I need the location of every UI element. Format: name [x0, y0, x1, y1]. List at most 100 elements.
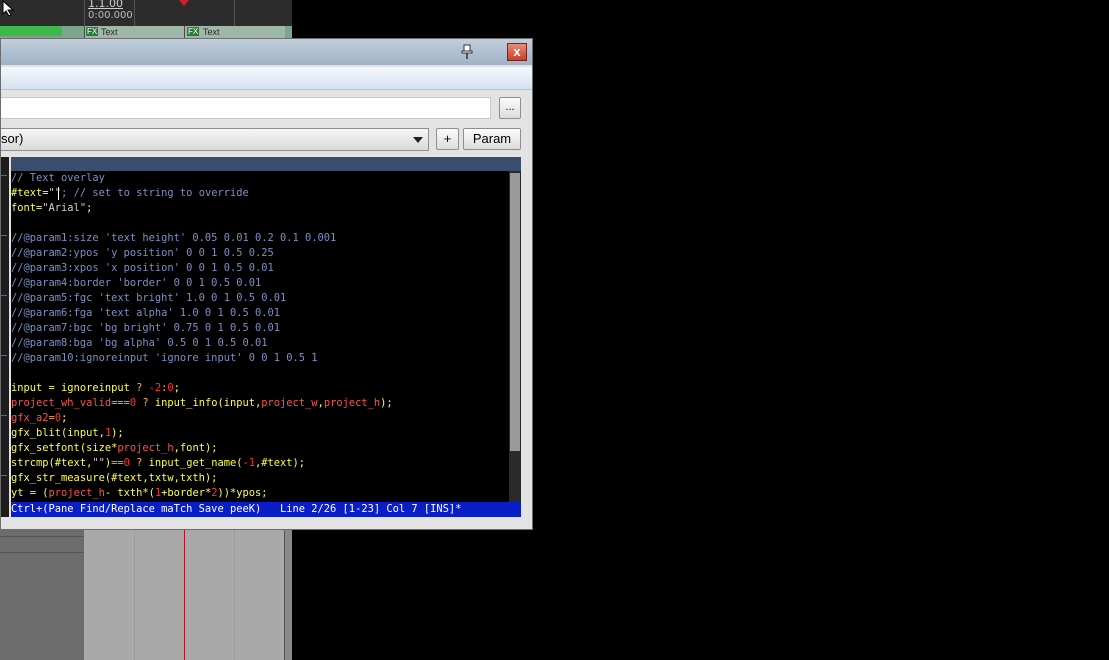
code-token: //@param1:size 'text height' 0.05 0.01 0…: [11, 232, 337, 244]
code-line[interactable]: input = ignoreinput ? -2:0;: [11, 381, 180, 396]
code-token: //@param10:ignoreinput 'ignore input' 0 …: [11, 352, 318, 364]
clip-fx-badge[interactable]: FX: [187, 27, 200, 36]
code-line[interactable]: gfx_setfont(size*project_h,font);: [11, 441, 217, 456]
code-token: ;: [61, 412, 68, 424]
code-token: #text=: [11, 187, 49, 199]
code-token: //@param7:bgc 'bg bright' 0.75 0 1 0.5 0…: [11, 322, 280, 334]
code-token: ,font);: [173, 442, 218, 454]
code-token: ;: [86, 202, 93, 214]
code-token: 0: [129, 397, 143, 409]
media-clip[interactable]: FX Text: [84, 26, 185, 38]
close-button[interactable]: x: [507, 43, 527, 61]
pin-icon[interactable]: [459, 44, 475, 60]
code-token: //@param4:border 'border' 0 0 1 0.5 0.01: [11, 277, 262, 289]
window-titlebar[interactable]: x: [1, 39, 532, 65]
text-caret: [58, 187, 59, 200]
code-token: //@param2:ypos 'y position' 0 0 1 0.5 0.…: [11, 247, 274, 259]
code-line[interactable]: project_wh_valid===0 ? input_info(input,…: [11, 396, 393, 411]
code-token: ;: [173, 382, 180, 394]
clip-fx-badge[interactable]: FX: [86, 27, 99, 36]
code-token: //@param3:xpos 'x position' 0 0 1 0.5 0.…: [11, 262, 274, 274]
gutter-tick: [1, 295, 7, 296]
file-path-field[interactable]: [1, 97, 491, 119]
preset-combo-value: sor): [1, 131, 24, 146]
code-token: //@param5:fgc 'text bright' 1.0 0 1 0.5 …: [11, 292, 287, 304]
playhead-line: [184, 526, 185, 660]
code-line[interactable]: gfx_a2=0;: [11, 411, 67, 426]
jsfx-editor-window: x ... sor) + Param // Text overlay #text=…: [0, 38, 533, 530]
playhead-marker-icon[interactable]: [179, 0, 189, 6]
track-items-row: FX Text FX Text: [0, 26, 292, 38]
code-token: "": [92, 457, 105, 469]
time-label: 0:00.000: [88, 10, 133, 21]
gutter-tick: [1, 355, 7, 356]
code-token: "Arial": [42, 202, 87, 214]
add-button[interactable]: +: [436, 128, 459, 150]
code-token: gfx_a2: [11, 412, 49, 424]
code-token: gfx_setfont(size*: [11, 442, 118, 454]
code-pane-header: [11, 157, 521, 171]
code-line[interactable]: //@param7:bgc 'bg bright' 0.75 0 1 0.5 0…: [11, 321, 280, 336]
code-token: project_h: [117, 442, 174, 454]
chevron-down-icon: [413, 137, 423, 143]
ruler-divider: [134, 0, 135, 26]
status-text: Ctrl+(Pane Find/Replace maTch Save peeK)…: [11, 503, 462, 515]
code-scrollbar[interactable]: [509, 171, 521, 502]
code-line[interactable]: #text=""; // set to string to override: [11, 186, 249, 201]
track-meter: [0, 26, 62, 36]
code-editor[interactable]: // Text overlay #text=""; // set to strin…: [11, 171, 509, 502]
code-line[interactable]: strcmp(#text,"")==0 ? input_get_name(-1,…: [11, 456, 305, 471]
timeline-ruler[interactable]: 1.1.00 0:00.000: [0, 0, 292, 26]
scrollbar-thumb[interactable]: [510, 173, 520, 451]
editor-gutter: [1, 157, 9, 517]
position-label: 1.1.00: [88, 0, 123, 10]
code-line[interactable]: yt = (project_h- txth*(1+border*2))*ypos…: [11, 486, 268, 501]
param-button[interactable]: Param: [463, 128, 521, 150]
track-control-panel[interactable]: [0, 526, 84, 660]
code-line[interactable]: //@param10:ignoreinput 'ignore input' 0 …: [11, 351, 318, 366]
vertical-scrollbar[interactable]: [284, 526, 292, 660]
clip-label: Text: [101, 27, 118, 37]
code-line[interactable]: //@param8:bga 'bg alpha' 0.5 0 1 0.5 0.0…: [11, 336, 267, 351]
code-token: strcmp(#text,: [11, 457, 93, 469]
code-line[interactable]: //@param4:border 'border' 0 0 1 0.5 0.01: [11, 276, 261, 291]
code-line[interactable]: //@param1:size 'text height' 0.05 0.01 0…: [11, 231, 336, 246]
code-token: yt = (: [11, 487, 49, 499]
code-line[interactable]: // Text overlay: [11, 171, 105, 186]
grid-line: [234, 526, 235, 660]
media-clip[interactable]: FX Text: [184, 26, 285, 38]
gutter-tick: [1, 475, 7, 476]
code-line[interactable]: font="Arial";: [11, 201, 92, 216]
clip-label: Text: [203, 27, 220, 37]
code-token: gfx_str_measure(#text,txtw,txth);: [11, 472, 218, 484]
code-token: font=: [11, 202, 43, 214]
code-token: //@param8:bga 'bg alpha' 0.5 0 1 0.5 0.0…: [11, 337, 268, 349]
preset-combobox[interactable]: sor): [1, 128, 429, 151]
code-token: ; // set to string to override: [61, 187, 249, 199]
code-token: ?: [136, 457, 149, 469]
code-line[interactable]: gfx_str_measure(#text,txtw,txth);: [11, 471, 217, 486]
code-token: project_w: [261, 397, 318, 409]
code-token: gfx_blit(input,: [11, 427, 105, 439]
code-line[interactable]: gfx_blit(input,1);: [11, 426, 124, 441]
grid-line: [134, 526, 135, 660]
code-token: 0: [123, 457, 137, 469]
code-token: -2: [148, 382, 162, 394]
code-token: ===: [111, 397, 130, 409]
code-line[interactable]: //@param5:fgc 'text bright' 1.0 0 1 0.5 …: [11, 291, 286, 306]
code-token: project_wh_valid: [11, 397, 112, 409]
gutter-tick: [1, 415, 7, 416]
ruler-divider: [84, 0, 85, 26]
code-token: ?: [142, 397, 155, 409]
code-line[interactable]: //@param2:ypos 'y position' 0 0 1 0.5 0.…: [11, 246, 274, 261]
code-token: input_get_name(: [148, 457, 243, 469]
code-token: +border*: [161, 487, 212, 499]
mouse-cursor-icon: [2, 0, 15, 16]
code-token: project_h: [323, 397, 381, 409]
code-line[interactable]: //@param3:xpos 'x position' 0 0 1 0.5 0.…: [11, 261, 274, 276]
browse-button[interactable]: ...: [499, 97, 521, 119]
arrange-view[interactable]: [0, 526, 292, 660]
code-line[interactable]: //@param6:fga 'text alpha' 1.0 0 1 0.5 0…: [11, 306, 280, 321]
code-token: // Text overlay: [11, 172, 105, 184]
code-token: ?: [136, 382, 149, 394]
